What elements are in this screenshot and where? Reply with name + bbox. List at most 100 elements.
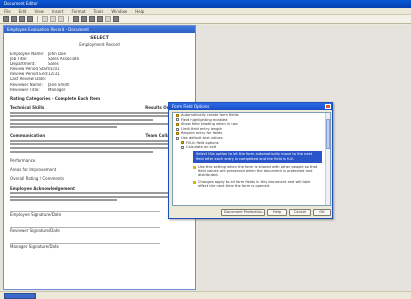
signature-employee: Employee Signature/Date — [10, 212, 62, 218]
field-value[interactable]: Sales Associate — [48, 57, 108, 62]
menu-file[interactable]: File — [4, 9, 11, 14]
toolbar-separator — [68, 16, 69, 22]
checkbox-icon[interactable] — [176, 118, 179, 122]
cut-icon[interactable] — [42, 16, 48, 22]
cancel-button[interactable]: Cancel — [289, 209, 311, 216]
menu-tools[interactable]: Tools — [94, 9, 104, 14]
text-line — [10, 115, 189, 118]
table-icon[interactable] — [97, 16, 103, 22]
document-page[interactable]: SELECT Employment Record Employee Name: … — [4, 33, 195, 252]
paste-icon[interactable] — [58, 16, 64, 22]
info-bullet-icon — [193, 165, 196, 169]
dialog-title: Form Field Options — [172, 104, 210, 109]
help-button[interactable]: Help — [267, 209, 287, 216]
checkbox-icon[interactable] — [176, 122, 179, 126]
document-subheading: Employment Record — [79, 42, 120, 47]
checkbox-icon[interactable] — [176, 132, 179, 136]
field-label: Department: — [10, 62, 36, 67]
checkbox-icon[interactable] — [176, 113, 179, 117]
text-line — [10, 139, 189, 142]
ok-button[interactable]: OK — [313, 209, 331, 216]
field-label: Review Period Start: — [10, 67, 48, 72]
field-value[interactable]: John Doe — [48, 52, 108, 57]
text-line — [10, 147, 189, 149]
text-line — [10, 122, 189, 125]
field-value[interactable]: Sales — [48, 62, 108, 67]
toolbar-separator — [37, 16, 38, 22]
text-line — [10, 143, 189, 146]
bold-icon[interactable] — [73, 16, 79, 22]
option-note: Changes apply to all form fields in this… — [193, 180, 320, 189]
option-item[interactable]: Calculate on exit — [173, 145, 330, 150]
note-text: Use this setting when the form is shared… — [198, 164, 318, 178]
field-value[interactable]: Manager — [48, 88, 108, 93]
zoom-icon[interactable] — [105, 16, 111, 22]
field-label: Last Review Date: — [10, 77, 47, 82]
checkbox-icon[interactable] — [181, 145, 184, 149]
scrollbar-thumb[interactable] — [326, 119, 330, 149]
menu-edit[interactable]: Edit — [19, 9, 27, 14]
note-text: Changes apply to all form fields in this… — [198, 179, 311, 189]
checkbox-icon[interactable] — [181, 141, 184, 145]
field-label: Job Title: — [10, 57, 28, 62]
menu-bar: File Edit View Insert Format Tools Windo… — [0, 8, 411, 15]
employee-fields: Employee Name: John Doe Job Title: Sales… — [10, 52, 189, 92]
checkbox-icon[interactable] — [176, 127, 179, 131]
checkbox-icon[interactable] — [176, 136, 179, 140]
options-dialog: Form Field Options Automatically create … — [168, 102, 333, 219]
section-rating: Rating Categories - Complete Each Item — [10, 96, 101, 102]
document-protection-button[interactable]: Document Protection... — [221, 209, 265, 216]
section-acknowledgement: Employee Acknowledgement — [10, 185, 75, 191]
field-value[interactable]: 01/01 — [48, 67, 108, 72]
text-line — [10, 192, 189, 195]
selected-option-description[interactable]: Select this option to let the form autom… — [193, 150, 322, 163]
window-title: Document Editor — [4, 1, 38, 6]
options-list[interactable]: Automatically create form fields Field h… — [172, 112, 331, 206]
status-bar — [0, 291, 411, 299]
taskbar-document-tab[interactable] — [4, 293, 36, 299]
menu-format[interactable]: Format — [71, 9, 85, 14]
field-label: Employee Name: — [10, 52, 45, 56]
col-technical-skills: Technical Skills — [10, 105, 45, 111]
document-header: SELECT Employment Record — [10, 36, 189, 48]
text-line — [10, 150, 154, 153]
field-value[interactable]: 12/31 — [48, 72, 108, 77]
save-icon[interactable] — [19, 16, 25, 22]
line-improvement: Areas for Improvement — [10, 166, 57, 172]
underline-icon[interactable] — [89, 16, 95, 22]
comment-columns: Communication Team Collaboration — [10, 133, 189, 138]
new-document-icon[interactable] — [3, 16, 9, 22]
signature-manager: Manager Signature/Date — [10, 244, 60, 250]
menu-insert[interactable]: Insert — [52, 9, 63, 14]
menu-view[interactable]: View — [34, 9, 44, 14]
field-label: Reviewer Title: — [10, 87, 40, 92]
copy-icon[interactable] — [50, 16, 56, 22]
dialog-title-bar: Form Field Options — [169, 103, 332, 110]
option-note: Use this setting when the form is shared… — [193, 165, 320, 178]
field-label: Reviewer Name: — [10, 82, 43, 87]
col-communication: Communication — [10, 133, 46, 139]
italic-icon[interactable] — [81, 16, 87, 22]
field-value[interactable]: Jane Smith — [48, 83, 108, 88]
toolbar — [0, 15, 411, 24]
help-icon[interactable] — [113, 16, 119, 22]
open-folder-icon[interactable] — [11, 16, 17, 22]
text-line — [10, 111, 189, 114]
vertical-scrollbar[interactable] — [325, 113, 330, 205]
line-performance: Performance — [10, 157, 36, 163]
text-line — [10, 199, 118, 202]
document-title-bar: Employee Evaluation Record - Document — [4, 26, 195, 33]
line-overall: Overall Rating / Comments — [10, 175, 65, 181]
rating-columns: Technical Skills Results Orientation — [10, 105, 189, 110]
close-icon[interactable] — [325, 104, 331, 109]
dialog-button-row: Document Protection... Help Cancel OK — [172, 209, 331, 217]
menu-help[interactable]: Help — [135, 9, 144, 14]
text-line — [10, 195, 189, 198]
menu-window[interactable]: Window — [111, 9, 127, 14]
signature-reviewer: Reviewer Signature/Date — [10, 228, 60, 234]
text-line — [10, 126, 118, 129]
info-bullet-icon — [193, 180, 196, 184]
print-icon[interactable] — [27, 16, 33, 22]
field-value[interactable] — [48, 77, 108, 82]
text-line — [10, 119, 154, 122]
